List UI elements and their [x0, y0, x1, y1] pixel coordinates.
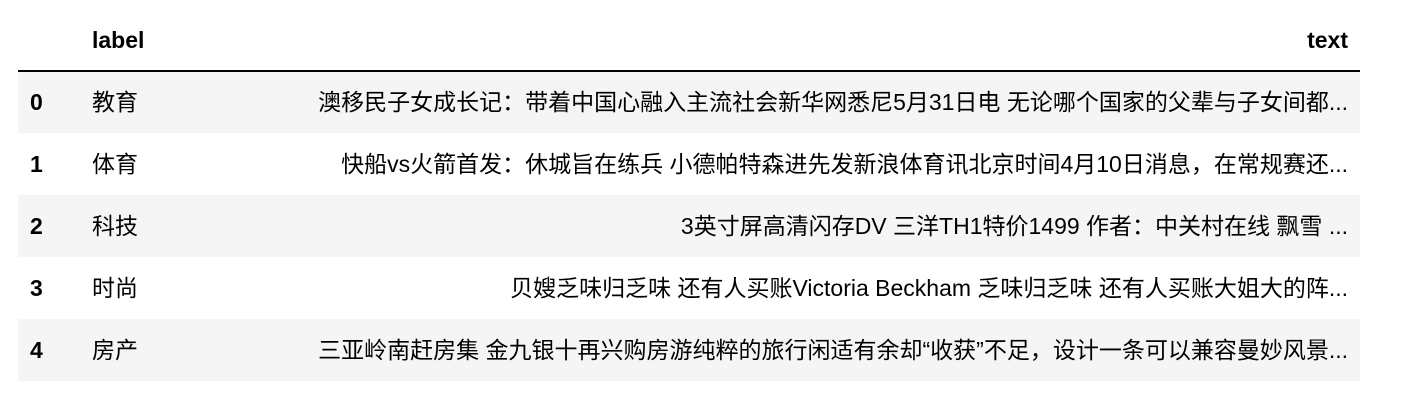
row-text: 澳移民子女成长记：带着中国心融入主流社会新华网悉尼5月31日电 无论哪个国家的父…	[318, 89, 1348, 115]
row-label: 教育	[92, 89, 138, 115]
row-label: 体育	[92, 150, 138, 177]
row-text: 贝嫂乏味归乏味 还有人买账Victoria Beckham 乏味归乏味 还有人买…	[510, 274, 1348, 301]
row-text: 快船vs火箭首发：休城旨在练兵 小德帕特森进先发新浪体育讯北京时间4月10日消息…	[341, 150, 1348, 177]
row-index: 1	[30, 150, 43, 177]
table-header: label text	[18, 10, 1360, 72]
table-row: 2 科技 3英寸屏高清闪存DV 三洋TH1特价1499 作者：中关村在线 飘雪 …	[18, 195, 1360, 257]
row-text: 3英寸屏高清闪存DV 三洋TH1特价1499 作者：中关村在线 飘雪 ...	[680, 212, 1348, 239]
dataframe-output: label text 0 教育 澳移民子女成长记：带着中国心融入主流社会新华网悉…	[18, 10, 1360, 381]
row-label: 时尚	[92, 274, 138, 301]
header-label: label	[78, 10, 174, 72]
row-label: 科技	[92, 212, 138, 239]
dataframe-table: label text 0 教育 澳移民子女成长记：带着中国心融入主流社会新华网悉…	[18, 10, 1360, 381]
table-row: 0 教育 澳移民子女成长记：带着中国心融入主流社会新华网悉尼5月31日电 无论哪…	[18, 71, 1360, 133]
table-row: 3 时尚 贝嫂乏味归乏味 还有人买账Victoria Beckham 乏味归乏味…	[18, 257, 1360, 319]
row-text: 三亚岭南赶房集 金九银十再兴购房游纯粹的旅行闲适有余却“收获”不足，设计一条可以…	[318, 336, 1348, 363]
header-row: label text	[18, 10, 1360, 72]
table-row: 1 体育 快船vs火箭首发：休城旨在练兵 小德帕特森进先发新浪体育讯北京时间4月…	[18, 133, 1360, 195]
row-index: 2	[30, 212, 43, 239]
row-index: 4	[30, 336, 43, 363]
header-text: text	[174, 10, 1360, 72]
row-index: 0	[30, 89, 43, 115]
row-label: 房产	[92, 336, 138, 363]
row-index: 3	[30, 274, 43, 301]
table-body: 0 教育 澳移民子女成长记：带着中国心融入主流社会新华网悉尼5月31日电 无论哪…	[18, 71, 1360, 381]
table-row: 4 房产 三亚岭南赶房集 金九银十再兴购房游纯粹的旅行闲适有余却“收获”不足，设…	[18, 319, 1360, 381]
header-index	[18, 10, 78, 72]
